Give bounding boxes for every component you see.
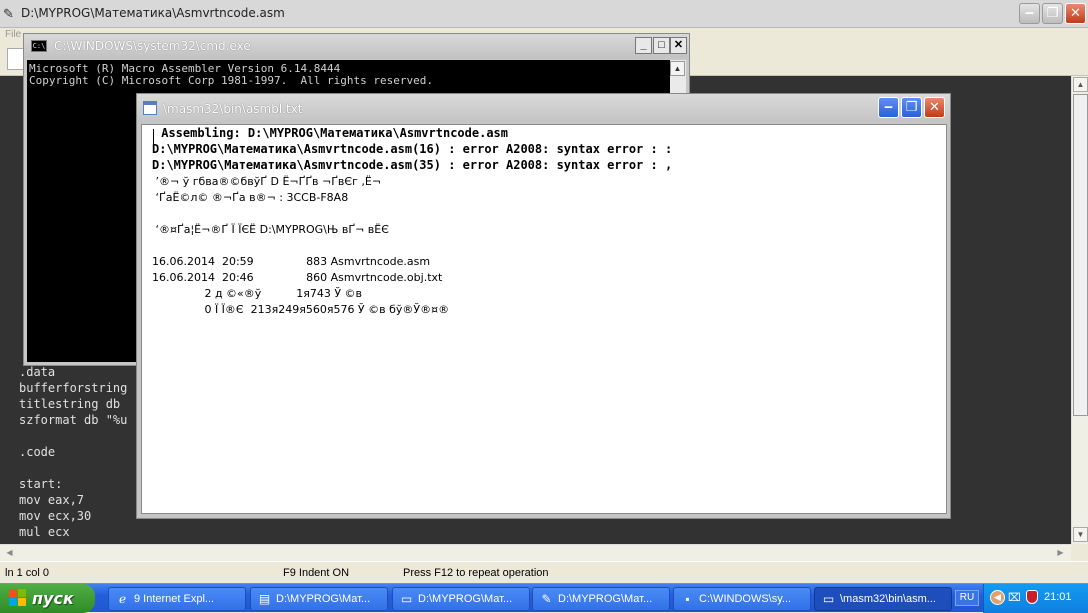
editor-line: titlestring db — [19, 397, 121, 411]
text-line: 16.06.2014 20:46 860 Asmvrtncode.obj.txt — [152, 271, 443, 284]
status-cursor-position: ln 1 col 0 — [5, 567, 50, 579]
text-line: 2 д ©«®ў 1я743 Ў ©в — [152, 287, 363, 300]
windows-logo-icon — [9, 589, 27, 607]
close-button[interactable]: ✕ — [1065, 3, 1086, 24]
main-window-titlebar[interactable]: ✎ D:\MYPROG\Математика\Asmvrtncode.asm ‒… — [0, 0, 1088, 28]
notepad-text-area[interactable]: Assembling: D:\MYPROG\Математика\Asmvrtn… — [141, 124, 947, 514]
cmd-scroll-up-arrow-icon[interactable]: ▲ — [670, 61, 685, 76]
taskbar-item-internet-explorer[interactable]: ℯ 9 Internet Expl... — [108, 587, 246, 611]
text-line: Assembling: D:\MYPROG\Математика\Asmvrtn… — [154, 126, 509, 140]
cmd-titlebar[interactable]: C:\ C:\WINDOWS\system32\cmd.exe _ □ ✕ — [24, 34, 689, 58]
taskbar-item-label: C:\WINDOWS\sy... — [699, 593, 792, 605]
cmd-title: C:\WINDOWS\system32\cmd.exe — [54, 39, 251, 53]
editor-line: szformat db "%u — [19, 413, 128, 427]
qeditor-app-icon: ✎ — [3, 6, 14, 21]
cmd-icon: ▪ — [685, 592, 690, 606]
start-button[interactable]: пуск — [0, 584, 95, 613]
tray-show-hidden-icon[interactable]: ◀ — [990, 590, 1005, 605]
notepad-titlebar[interactable]: \masm32\bin\asmbl.txt ‒ ❐ ✕ — [137, 94, 950, 122]
editor-line: start: — [19, 477, 63, 491]
taskbar-item-label: D:\MYPROG\Мат... — [276, 593, 371, 605]
console-line: Copyright (C) Microsoft Corp 1981-1997. … — [29, 74, 433, 87]
taskbar-item-cmd[interactable]: ▪ C:\WINDOWS\sy... — [673, 587, 811, 611]
security-shield-icon[interactable] — [1026, 590, 1038, 604]
taskbar-item-folder[interactable]: ▭ D:\MYPROG\Мат... — [392, 587, 530, 611]
text-line: ‘®¤Ґа¦Ё¬®Ґ Ї ЇЄЁ D:\MYPROG\Њ вҐ¬ вЁЄ — [152, 223, 393, 236]
status-bar: ln 1 col 0 F9 Indent ON Press F12 to rep… — [0, 561, 1088, 583]
taskbar: пуск ℯ 9 Internet Expl... ▤ D:\MYPROG\Ма… — [0, 583, 1088, 613]
text-line: ‘ҐаЁ©­л© ®¬Ґа в®¬ : 3CCB-F8A8 — [152, 191, 349, 204]
status-repeat-hint: Press F12 to repeat operation — [403, 567, 549, 579]
scroll-thumb[interactable] — [1073, 94, 1088, 416]
editor-line: bufferforstring — [19, 381, 128, 395]
editor-vertical-scrollbar[interactable]: ▲ ▼ — [1071, 76, 1088, 544]
start-label: пуск — [32, 589, 74, 608]
notepad-window[interactable]: \masm32\bin\asmbl.txt ‒ ❐ ✕ Assembling: … — [136, 93, 951, 519]
folder-icon: ▭ — [400, 592, 413, 606]
editor-line: mov eax,7 — [19, 493, 85, 507]
taskbar-item-document[interactable]: ▤ D:\MYPROG\Мат... — [250, 587, 388, 611]
scroll-down-arrow-icon[interactable]: ▼ — [1073, 527, 1088, 542]
cmd-close-button[interactable]: ✕ — [670, 37, 687, 54]
taskbar-item-label: D:\MYPROG\Мат... — [418, 593, 513, 605]
editor-line: mul ecx — [19, 525, 70, 539]
language-indicator[interactable]: RU — [955, 590, 979, 606]
internet-explorer-icon: ℯ — [118, 592, 127, 606]
text-line: D:\MYPROG\Математика\Asmvrtncode.asm(35)… — [152, 158, 673, 172]
system-tray: ◀ ⌧ 21:01 — [983, 584, 1088, 613]
clock[interactable]: 21:01 — [1044, 591, 1072, 603]
text-line: ’®¬ ў гбва®©бвўҐ D Ё¬ҐҐв ¬ҐвЄг ‚Ё¬ — [152, 175, 382, 188]
qeditor-icon: ✎ — [541, 592, 552, 606]
notepad-close-button[interactable]: ✕ — [924, 97, 945, 118]
text-line: 0 Ї Ї®Є 213я249я560я576 Ў ©в бў®Ў®¤­® — [152, 303, 450, 316]
text-line: 16.06.2014 20:59 883 Asmvrtncode.asm — [152, 255, 431, 268]
taskbar-item-label: \masm32\bin\asm... — [840, 593, 936, 605]
minimize-button[interactable]: ‒ — [1019, 3, 1040, 24]
taskbar-item-notepad[interactable]: ▭ \masm32\bin\asm... — [814, 587, 952, 611]
status-indent: F9 Indent ON — [283, 567, 350, 579]
cmd-minimize-button[interactable]: _ — [635, 37, 652, 54]
notepad-maximize-button[interactable]: ❐ — [901, 97, 922, 118]
text-line: D:\MYPROG\Математика\Asmvrtncode.asm(16)… — [152, 142, 673, 156]
scroll-right-arrow-icon[interactable]: ▶ — [1053, 546, 1068, 561]
taskbar-item-label: 9 Internet Expl... — [134, 593, 215, 605]
maximize-button[interactable]: ❐ — [1042, 3, 1063, 24]
main-window-title: D:\MYPROG\Математика\Asmvrtncode.asm — [21, 6, 285, 20]
taskbar-item-qeditor[interactable]: ✎ D:\MYPROG\Мат... — [532, 587, 670, 611]
taskbar-item-label: D:\MYPROG\Мат... — [558, 593, 653, 605]
cmd-icon: C:\ — [31, 40, 47, 52]
scroll-left-arrow-icon[interactable]: ◀ — [2, 546, 17, 561]
cmd-maximize-button[interactable]: □ — [653, 37, 670, 54]
editor-horizontal-scrollbar[interactable]: ◀ ▶ — [0, 544, 1071, 561]
notepad-title: \masm32\bin\asmbl.txt — [163, 102, 303, 116]
notepad-minimize-button[interactable]: ‒ — [878, 97, 899, 118]
notepad-doc-icon: ▤ — [258, 592, 271, 606]
editor-line: mov ecx,30 — [19, 509, 92, 523]
editor-line: .data — [19, 365, 56, 379]
menu-file[interactable]: File — [5, 29, 21, 40]
editor-line: .code — [19, 445, 56, 459]
network-icon[interactable]: ⌧ — [1008, 591, 1021, 604]
scroll-up-arrow-icon[interactable]: ▲ — [1073, 77, 1088, 92]
notepad-icon — [143, 101, 157, 115]
notepad-icon: ▭ — [822, 592, 835, 606]
